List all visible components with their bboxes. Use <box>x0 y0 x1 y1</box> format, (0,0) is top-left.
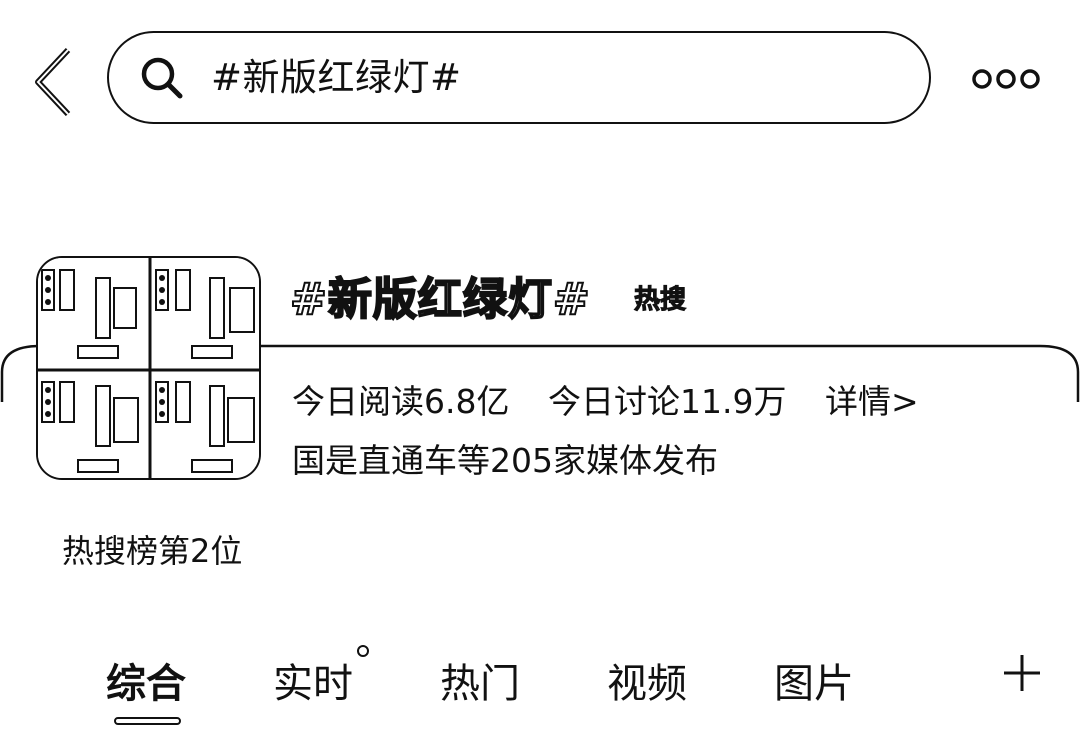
detail-link[interactable]: 详情> <box>825 382 919 421</box>
tab-images[interactable]: 图片 <box>774 651 854 709</box>
search-bar[interactable]: #新版红绿灯# <box>107 31 931 124</box>
read-count: 今日阅读6.8亿 <box>292 382 510 421</box>
tab-comprehensive[interactable]: 综合 <box>106 651 186 709</box>
tab-video[interactable]: 视频 <box>607 651 687 709</box>
search-icon <box>141 57 183 99</box>
topic-thumbnail[interactable] <box>36 256 261 480</box>
traffic-light-illustration <box>38 258 259 478</box>
tab-hot[interactable]: 热门 <box>440 651 520 709</box>
publishers-text: 国是直通车等205家媒体发布 <box>292 441 718 480</box>
hot-search-badge: 热搜 <box>633 285 687 316</box>
new-indicator-dot <box>357 645 369 657</box>
search-query-text[interactable]: #新版红绿灯# <box>211 52 462 104</box>
hot-rank-text[interactable]: 热搜榜第2位 <box>62 526 242 572</box>
topic-stats: 今日阅读6.8亿 今日讨论11.9万 详情> <box>292 375 919 423</box>
tab-realtime[interactable]: 实时 <box>273 651 353 709</box>
discuss-count: 今日讨论11.9万 <box>547 382 787 421</box>
more-dots-icon[interactable] <box>970 62 1042 96</box>
plus-icon[interactable] <box>1002 653 1042 693</box>
active-tab-underline <box>114 717 181 725</box>
tab-bar: 综合 实时 热门 视频 图片 <box>0 645 1080 751</box>
back-chevron-icon[interactable] <box>28 44 80 116</box>
topic-title: #新版红绿灯# <box>289 273 591 326</box>
